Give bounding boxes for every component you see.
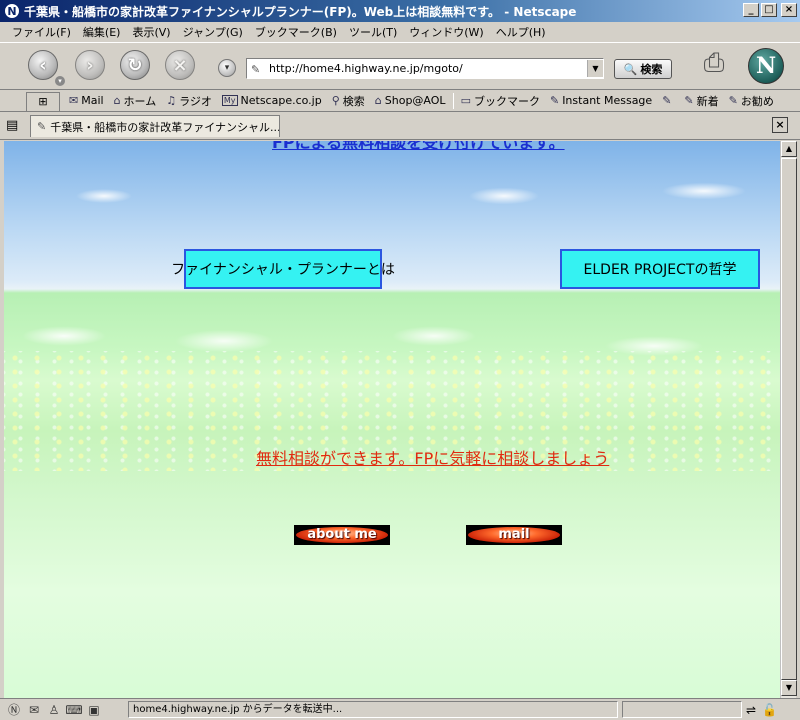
tab-title: 千葉県・船橋市の家計改革ファイナンシャル...	[50, 120, 280, 134]
window-controls: _ □ ×	[743, 3, 797, 17]
page-icon: ✎	[37, 120, 47, 133]
about-fp-button[interactable]: ファイナンシャル・プランナーとは	[171, 249, 395, 289]
home-icon: ⌂	[113, 94, 121, 107]
about-me-button[interactable]: about me	[294, 525, 390, 545]
search-button-label: 検索	[640, 63, 663, 76]
bookmark-icon: ✎	[728, 94, 738, 107]
mail-icon: ✉	[69, 94, 79, 107]
print-icon[interactable]: ⎙	[696, 48, 732, 84]
maximize-button[interactable]: □	[761, 3, 777, 17]
menu-file[interactable]: ファイル(F)	[6, 24, 77, 40]
shop-icon: ⌂	[374, 94, 382, 107]
status-text: home4.highway.ne.jp からデータを転送中...	[128, 701, 618, 718]
mail-button[interactable]: mail	[466, 525, 562, 545]
toolbar-item-search[interactable]: ⚲ 検索	[327, 93, 370, 109]
about-me-label: about me	[296, 527, 388, 543]
scroll-down-button[interactable]: ▼	[781, 680, 797, 696]
menu-go[interactable]: ジャンプ(G)	[177, 24, 249, 40]
vertical-scrollbar[interactable]: ▲ ▼	[780, 141, 797, 698]
radio-icon: ♫	[166, 94, 177, 107]
menu-help[interactable]: ヘルプ(H)	[490, 24, 552, 40]
url-bar[interactable]: ✎ http://home4.highway.ne.jp/mgoto/ ▼	[246, 58, 604, 79]
toolbar-item-netscape[interactable]: My Netscape.co.jp	[217, 94, 327, 107]
window-title: 千葉県・船橋市の家計改革ファイナンシャルプランナー(FP)。Web上は相談無料で…	[24, 4, 577, 19]
menu-bar: ファイル(F) 編集(E) 表示(V) ジャンプ(G) ブックマーク(B) ツー…	[0, 22, 800, 42]
bookmark-folder-icon: ▭	[460, 94, 471, 107]
stop-button[interactable]: ×	[165, 50, 195, 80]
aim-icon[interactable]: ♙	[44, 703, 64, 717]
toolbar-item-mail[interactable]: ✉ Mail	[64, 94, 109, 107]
close-tab-button[interactable]: ×	[772, 117, 788, 133]
toolbar-item-recommend[interactable]: ✎ お勧め	[724, 93, 779, 109]
free-consult-link[interactable]: FPによる無料相談を受け付けています。	[272, 141, 565, 153]
browser-tab[interactable]: ✎ 千葉県・船橋市の家計改革ファイナンシャル...	[30, 115, 280, 137]
close-button[interactable]: ×	[781, 3, 797, 17]
page-icon: ✎	[251, 62, 261, 76]
search-icon: ⚲	[331, 94, 340, 107]
navigator-icon[interactable]: Ⓝ	[4, 701, 24, 718]
forward-arrow-icon: ›	[86, 54, 94, 76]
toolbar-item-instant-message[interactable]: ✎ Instant Message	[545, 94, 657, 107]
bookmark-icon: ✎	[549, 94, 560, 107]
url-input[interactable]: http://home4.highway.ne.jp/mgoto/	[269, 62, 587, 75]
back-arrow-icon: ‹	[39, 54, 47, 76]
address-book-icon[interactable]: ▣	[84, 703, 104, 717]
menu-tools[interactable]: ツール(T)	[343, 24, 403, 40]
toolbar-item-bookmarks[interactable]: ▭ ブックマーク	[456, 93, 545, 109]
search-button[interactable]: 🔍 検索	[614, 59, 672, 79]
forward-button[interactable]: ›	[75, 50, 105, 80]
consult-fp-link[interactable]: 無料相談ができます。FPに気軽に相談しましょう	[256, 445, 609, 469]
back-history-dropdown[interactable]: ▾	[55, 76, 65, 86]
menu-window[interactable]: ウィンドウ(W)	[403, 24, 489, 40]
menu-view[interactable]: 表示(V)	[126, 24, 176, 40]
minimize-button[interactable]: _	[743, 3, 759, 17]
url-dropdown-arrow[interactable]: ▼	[587, 60, 603, 77]
netscape-app-icon[interactable]: N	[4, 3, 20, 19]
back-button[interactable]: ‹	[28, 50, 58, 80]
toolbar-item-shop[interactable]: ⌂ Shop@AOL	[370, 94, 451, 107]
toolbar-item-blank[interactable]: ✎	[657, 94, 679, 107]
menu-edit[interactable]: 編集(E)	[77, 24, 127, 40]
personal-toolbar: ✉ Mail ⌂ ホーム ♫ ラジオ My Netscape.co.jp ⚲ 検索 ⌂ Sh…	[0, 90, 800, 112]
mail-icon[interactable]: ✉	[24, 703, 44, 717]
security-lock-icon[interactable]: 🔓	[762, 703, 777, 717]
bookmark-icon: ✎	[684, 94, 694, 107]
stop-icon: ×	[172, 54, 188, 76]
reload-icon: ↻	[127, 54, 143, 76]
toolbar-item-new[interactable]: ✎ 新着	[679, 93, 723, 109]
toolbar-separator	[452, 92, 454, 109]
page-content: FPによる無料相談を受け付けています。 ファイナンシャル・プランナーとは ELD…	[4, 141, 780, 698]
toolbar-item-home[interactable]: ⌂ ホーム	[109, 93, 162, 109]
status-icons: ⇌ 🔓	[746, 701, 796, 718]
progress-bar	[622, 701, 742, 718]
scroll-thumb[interactable]	[781, 158, 797, 680]
magnifier-icon: 🔍	[623, 62, 638, 76]
menu-bookmarks[interactable]: ブックマーク(B)	[249, 24, 343, 40]
netscape-logo[interactable]: N	[748, 48, 784, 84]
my-netscape-icon: My	[221, 95, 238, 106]
composer-icon[interactable]: ⌨	[64, 703, 84, 717]
title-bar: N 千葉県・船橋市の家計改革ファイナンシャルプランナー(FP)。Web上は相談無…	[0, 0, 800, 22]
connection-icon[interactable]: ⇌	[746, 703, 756, 717]
scroll-up-button[interactable]: ▲	[781, 141, 797, 157]
mail-label: mail	[468, 527, 560, 543]
toolbar-item-radio[interactable]: ♫ ラジオ	[161, 93, 217, 109]
elder-project-button[interactable]: ELDER PROJECTの哲学	[560, 249, 760, 289]
url-history-button[interactable]: ▾	[218, 59, 236, 77]
sidebar-toggle-icon[interactable]: ▤	[6, 118, 18, 133]
bookmark-icon: ✎	[662, 94, 672, 107]
reload-button[interactable]: ↻	[120, 50, 150, 80]
